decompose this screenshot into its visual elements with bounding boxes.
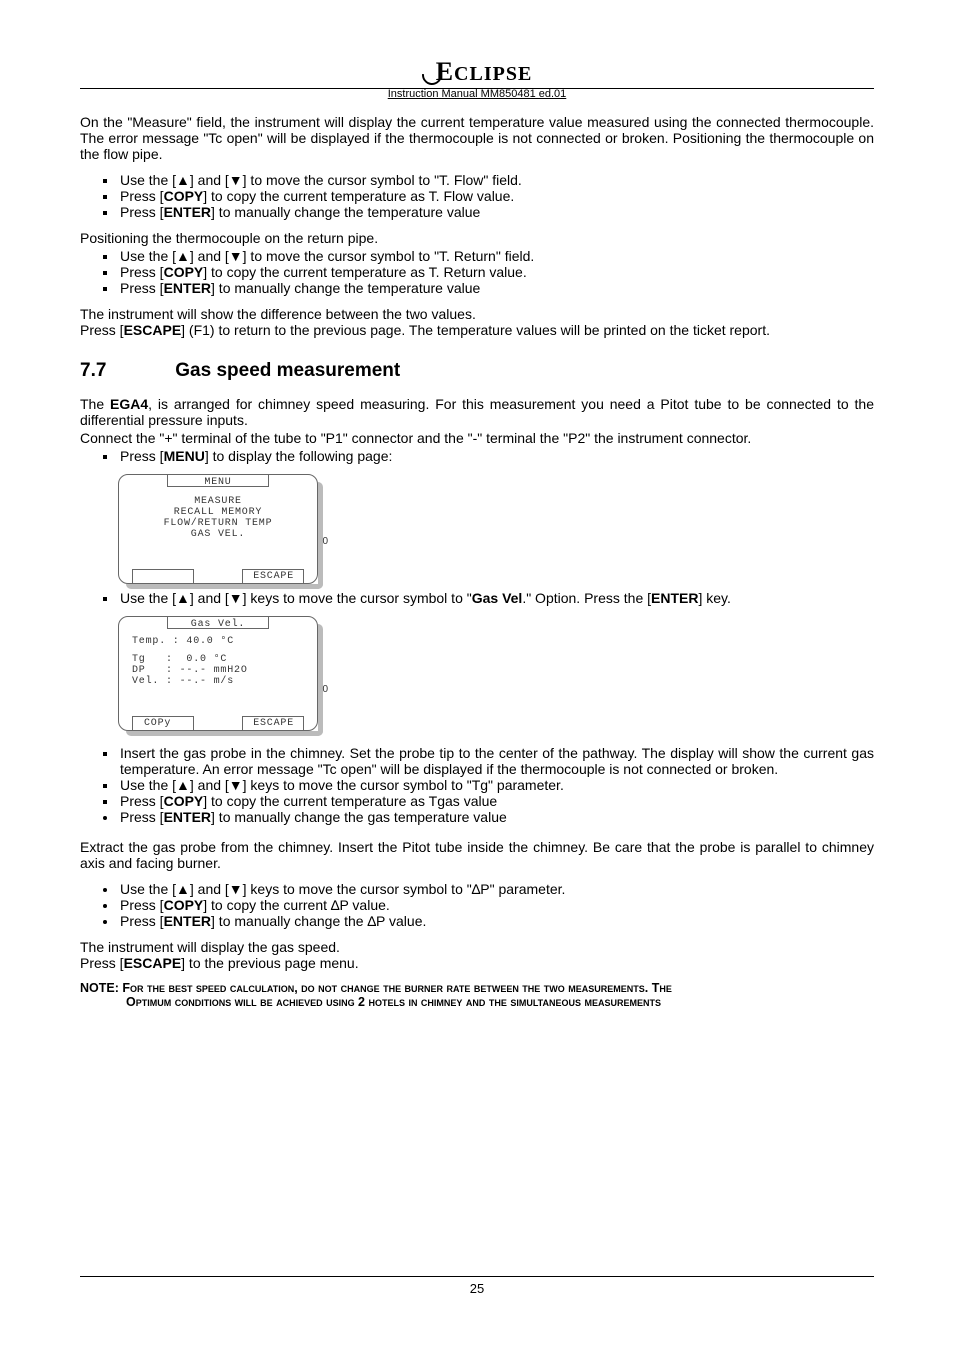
step-text: Press [ENTER] to manually change the tem…	[120, 280, 480, 296]
probe-steps-list-dot: Press [ENTER] to manually change the gas…	[80, 809, 874, 825]
list-item: Press [COPY] to copy the current tempera…	[118, 264, 874, 280]
lcd-side-char: 0	[322, 684, 328, 695]
step-text: Press [ENTER] to manually change the gas…	[120, 809, 507, 825]
list-item: Press [ENTER] to manually change the ∆P …	[118, 913, 874, 929]
lcd-escape-button: ESCAPE	[253, 571, 294, 582]
lcd-line: RECALL MEMORY	[118, 507, 318, 518]
list-item: Press [COPY] to copy the current tempera…	[118, 188, 874, 204]
step-text: Press [ENTER] to manually change the tem…	[120, 204, 480, 220]
step-text: Press [ENTER] to manually change the ∆P …	[120, 913, 426, 929]
section-heading: 7.7 Gas speed measurement	[80, 360, 874, 382]
list-item: Press [COPY] to copy the current tempera…	[118, 793, 874, 809]
note-lead: NOTE:	[80, 981, 122, 995]
step-text: Use the [▲] and [▼] to move the cursor s…	[120, 172, 522, 188]
step-text: Press [COPY] to copy the current tempera…	[120, 188, 514, 204]
probe-steps-list: Insert the gas probe in the chimney. Set…	[80, 745, 874, 809]
step-text: Use the [▲] and [▼] to move the cursor s…	[120, 248, 534, 264]
note-paragraph: NOTE: For the best speed calculation, do…	[80, 981, 874, 1009]
step-text: Use the [▲] and [▼] keys to move the cur…	[120, 590, 731, 606]
ega-paragraph: The EGA4, is arranged for chimney speed …	[80, 396, 874, 428]
lcd-copy-button: COPy	[144, 718, 171, 729]
step-text: Press [COPY] to copy the current tempera…	[120, 793, 497, 809]
connect-line: Connect the "+" terminal of the tube to …	[80, 430, 874, 446]
lcd-line: GAS VEL.	[118, 529, 318, 540]
list-item: Press [COPY] to copy the current ∆P valu…	[118, 897, 874, 913]
lcd-line: Temp. : 40.0 °C	[132, 636, 234, 647]
list-item: Use the [▲] and [▼] to move the cursor s…	[118, 248, 874, 264]
lcd-line: MEASURE	[118, 496, 318, 507]
section-number: 7.7	[80, 360, 170, 382]
section-title: Gas speed measurement	[175, 360, 400, 381]
lcd-escape-button: ESCAPE	[253, 718, 294, 729]
dp-steps-list: Use the [▲] and [▼] keys to move the cur…	[80, 881, 874, 929]
diff-line2: Press [ESCAPE] (F1) to return to the pre…	[80, 322, 874, 338]
list-item: Press [ENTER] to manually change the gas…	[118, 809, 874, 825]
intro-paragraph: On the "Measure" field, the instrument w…	[80, 114, 874, 162]
step-text: Press [COPY] to copy the current ∆P valu…	[120, 897, 390, 913]
diff-line1: The instrument will show the difference …	[80, 306, 874, 322]
lcd-menu-screen: MENU MEASURE RECALL MEMORY FLOW/RETURN T…	[118, 474, 318, 584]
flow-steps-list: Use the [▲] and [▼] to move the cursor s…	[80, 172, 874, 220]
manual-id: Instruction Manual MM850481 ed.01	[80, 88, 874, 100]
list-item: Press [ENTER] to manually change the tem…	[118, 204, 874, 220]
list-item: Use the [▲] and [▼] keys to move the cur…	[118, 777, 874, 793]
note-body: For the best speed calculation, do not c…	[122, 981, 671, 995]
page-number: 25	[80, 1281, 874, 1296]
step-text: Insert the gas probe in the chimney. Set…	[120, 745, 874, 777]
menu-prompt-list: Press [MENU] to display the following pa…	[80, 448, 874, 464]
note-body2: Optimum conditions will be achieved usin…	[126, 995, 661, 1009]
lcd-line: Tg : 0.0 °C	[132, 654, 227, 665]
lcd-line: FLOW/RETURN TEMP	[118, 518, 318, 529]
lcd-gasvel-screen: Gas Vel. Temp. : 40.0 °C Tg : 0.0 °C DP …	[118, 616, 318, 731]
list-item: Use the [▲] and [▼] to move the cursor s…	[118, 172, 874, 188]
list-item: Use the [▲] and [▼] keys to move the cur…	[118, 590, 874, 606]
step-text: Use the [▲] and [▼] keys to move the cur…	[120, 777, 564, 793]
extract-paragraph: Extract the gas probe from the chimney. …	[80, 839, 874, 871]
list-item: Insert the gas probe in the chimney. Set…	[118, 745, 874, 777]
step-text: Use the [▲] and [▼] keys to move the cur…	[120, 881, 565, 897]
gasvel-prompt-list: Use the [▲] and [▼] keys to move the cur…	[80, 590, 874, 606]
speed-line1: The instrument will display the gas spee…	[80, 939, 874, 955]
return-intro: Positioning the thermocouple on the retu…	[80, 230, 874, 246]
step-text: Press [COPY] to copy the current tempera…	[120, 264, 527, 280]
lcd-title: Gas Vel.	[118, 619, 318, 630]
return-steps-list: Use the [▲] and [▼] to move the cursor s…	[80, 248, 874, 296]
step-text: Press [MENU] to display the following pa…	[120, 448, 392, 464]
list-item: Press [MENU] to display the following pa…	[118, 448, 874, 464]
lcd-title: MENU	[118, 477, 318, 488]
footer-rule	[80, 1276, 874, 1277]
speed-line2: Press [ESCAPE] to the previous page menu…	[80, 955, 874, 971]
page-footer: 25	[80, 1276, 874, 1296]
brand-logo: ECLIPSE	[80, 60, 874, 88]
lcd-line: Vel. : --.- m/s	[132, 676, 234, 687]
list-item: Use the [▲] and [▼] keys to move the cur…	[118, 881, 874, 897]
list-item: Press [ENTER] to manually change the tem…	[118, 280, 874, 296]
lcd-line: DP : --.- mmH2O	[132, 665, 248, 676]
lcd-side-char: 0	[322, 536, 328, 547]
